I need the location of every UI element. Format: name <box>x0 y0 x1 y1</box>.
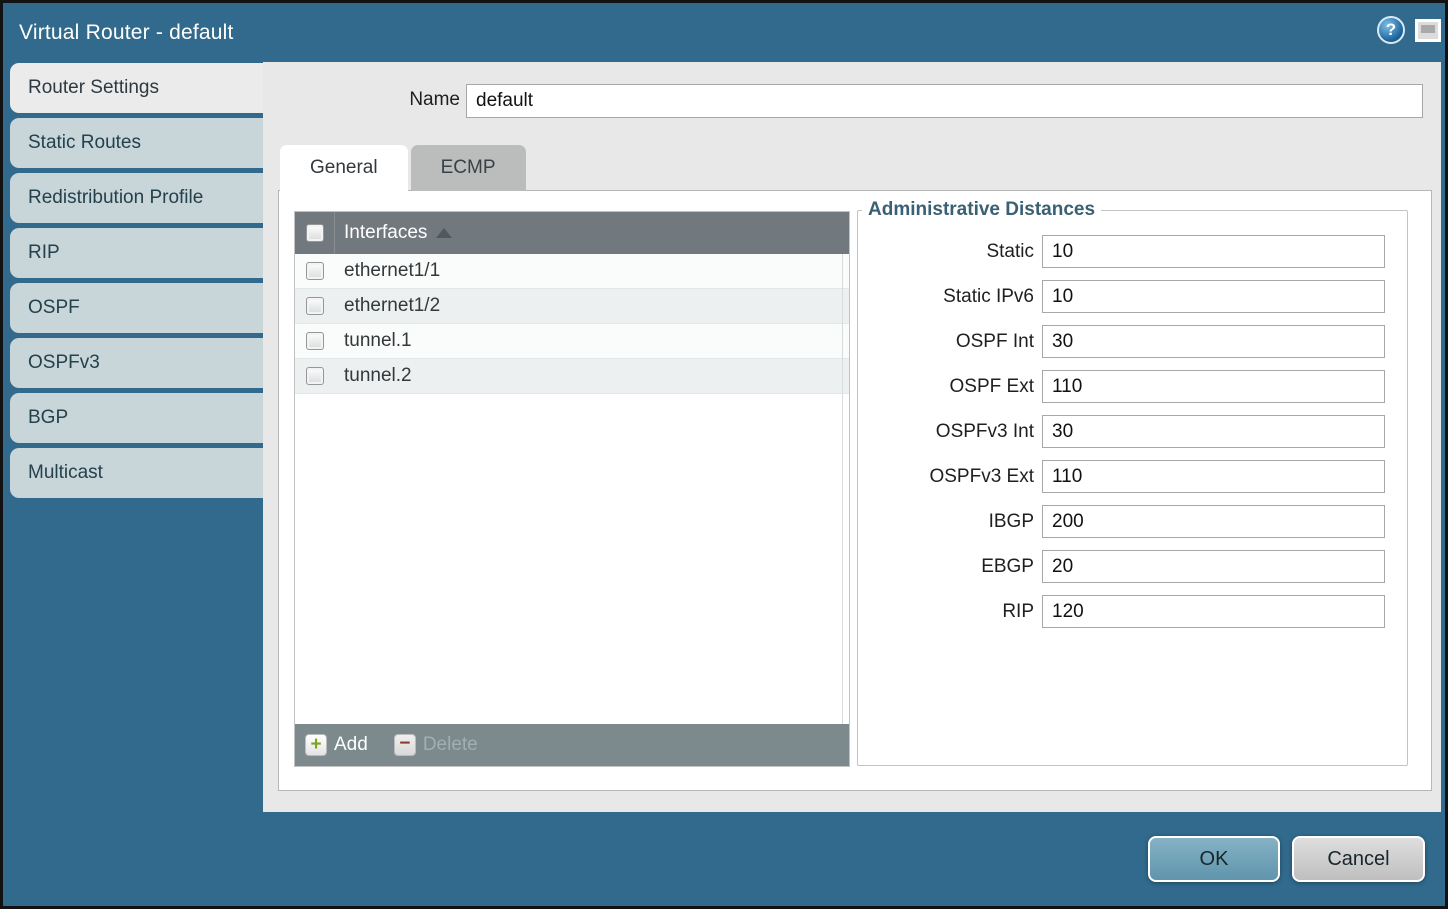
help-icon[interactable]: ? <box>1377 16 1405 44</box>
dialog-content: Name General ECMP Interfaces <box>263 62 1441 812</box>
header-checkbox-col <box>295 212 335 254</box>
virtual-router-dialog: Virtual Router - default ? Router Settin… <box>0 0 1448 909</box>
distance-field-input[interactable] <box>1042 595 1385 628</box>
row-checkbox-col <box>295 262 335 280</box>
table-row[interactable]: ethernet1/1 <box>295 254 849 289</box>
distance-field-input[interactable] <box>1042 550 1385 583</box>
sidebar-nav: Router Settings Static Routes Redistribu… <box>10 63 263 503</box>
row-checkbox[interactable] <box>306 367 324 385</box>
table-row[interactable]: ethernet1/2 <box>295 289 849 324</box>
add-button-label: Add <box>334 734 368 756</box>
distance-field-label: OSPF Int <box>858 331 1034 353</box>
distance-field-label: OSPF Ext <box>858 376 1034 398</box>
sort-ascending-icon <box>436 228 452 238</box>
add-button[interactable]: + Add <box>305 734 368 756</box>
ok-button[interactable]: OK <box>1148 836 1280 882</box>
row-checkbox[interactable] <box>306 332 324 350</box>
name-label: Name <box>323 89 460 111</box>
general-tab-panel: Interfaces ethernet1/1 <box>278 190 1432 791</box>
distance-field-label: OSPFv3 Ext <box>858 466 1034 488</box>
distance-field-row: EBGP <box>858 550 1407 583</box>
distance-field-label: Static IPv6 <box>858 286 1034 308</box>
distance-field-input[interactable] <box>1042 370 1385 403</box>
delete-button[interactable]: − Delete <box>394 734 478 756</box>
restore-window-icon-inner <box>1421 25 1435 33</box>
sidebar-item[interactable]: OSPF <box>10 283 263 333</box>
delete-button-label: Delete <box>423 734 478 756</box>
sidebar-item[interactable]: Redistribution Profile <box>10 173 263 223</box>
table-scroll-gutter <box>842 254 843 724</box>
administrative-distances-title: Administrative Distances <box>862 199 1101 221</box>
distance-field-label: IBGP <box>858 511 1034 533</box>
table-row[interactable]: tunnel.2 <box>295 359 849 394</box>
interfaces-column-header: Interfaces <box>344 222 427 244</box>
sidebar-item[interactable]: Router Settings <box>10 63 263 113</box>
distance-field-input[interactable] <box>1042 280 1385 313</box>
delete-minus-icon: − <box>394 734 416 756</box>
content-tab[interactable]: General <box>280 145 408 191</box>
distance-field-input[interactable] <box>1042 325 1385 358</box>
add-plus-icon: + <box>305 734 327 756</box>
table-row[interactable]: tunnel.1 <box>295 324 849 359</box>
distance-field-label: EBGP <box>858 556 1034 578</box>
interface-name: ethernet1/2 <box>344 295 440 317</box>
cancel-button[interactable]: Cancel <box>1292 836 1425 882</box>
distance-field-row: IBGP <box>858 505 1407 538</box>
content-tabs: General ECMP <box>280 145 526 191</box>
interface-name: tunnel.1 <box>344 330 412 352</box>
sidebar-item[interactable]: RIP <box>10 228 263 278</box>
distance-field-input[interactable] <box>1042 415 1385 448</box>
row-checkbox[interactable] <box>306 262 324 280</box>
distance-field-row: Static <box>858 235 1407 268</box>
distance-field-row: OSPFv3 Int <box>858 415 1407 448</box>
row-checkbox-col <box>295 367 335 385</box>
distance-field-row: OSPF Int <box>858 325 1407 358</box>
sidebar-item[interactable]: OSPFv3 <box>10 338 263 388</box>
distance-field-label: Static <box>858 241 1034 263</box>
interfaces-table: Interfaces ethernet1/1 <box>294 211 850 767</box>
distance-field-input[interactable] <box>1042 460 1385 493</box>
distance-field-input[interactable] <box>1042 235 1385 268</box>
interfaces-table-footer: + Add − Delete <box>295 724 849 766</box>
sidebar-item[interactable]: Multicast <box>10 448 263 498</box>
distance-field-input[interactable] <box>1042 505 1385 538</box>
distance-field-row: OSPF Ext <box>858 370 1407 403</box>
distance-field-label: RIP <box>858 601 1034 623</box>
distance-field-row: OSPFv3 Ext <box>858 460 1407 493</box>
sidebar-item[interactable]: BGP <box>10 393 263 443</box>
row-checkbox-col <box>295 332 335 350</box>
interface-name: tunnel.2 <box>344 365 412 387</box>
dialog-titlebar: Virtual Router - default ? <box>3 3 1445 62</box>
distance-field-label: OSPFv3 Int <box>858 421 1034 443</box>
interface-name: ethernet1/1 <box>344 260 440 282</box>
administrative-distances-group: Administrative Distances Static Static I… <box>857 199 1408 766</box>
row-checkbox-col <box>295 297 335 315</box>
name-input[interactable] <box>466 84 1423 118</box>
interfaces-table-header[interactable]: Interfaces <box>295 212 849 254</box>
administrative-distances-fields: Static Static IPv6 OSPF Int <box>858 221 1407 628</box>
interfaces-table-body: ethernet1/1 ethernet1/2 <box>295 254 849 724</box>
row-checkbox[interactable] <box>306 297 324 315</box>
distance-field-row: Static IPv6 <box>858 280 1407 313</box>
dialog-title: Virtual Router - default <box>19 3 234 62</box>
sidebar-item[interactable]: Static Routes <box>10 118 263 168</box>
restore-window-icon[interactable] <box>1415 19 1441 42</box>
distance-field-row: RIP <box>858 595 1407 628</box>
content-tab[interactable]: ECMP <box>411 145 526 191</box>
select-all-checkbox[interactable] <box>306 224 324 242</box>
